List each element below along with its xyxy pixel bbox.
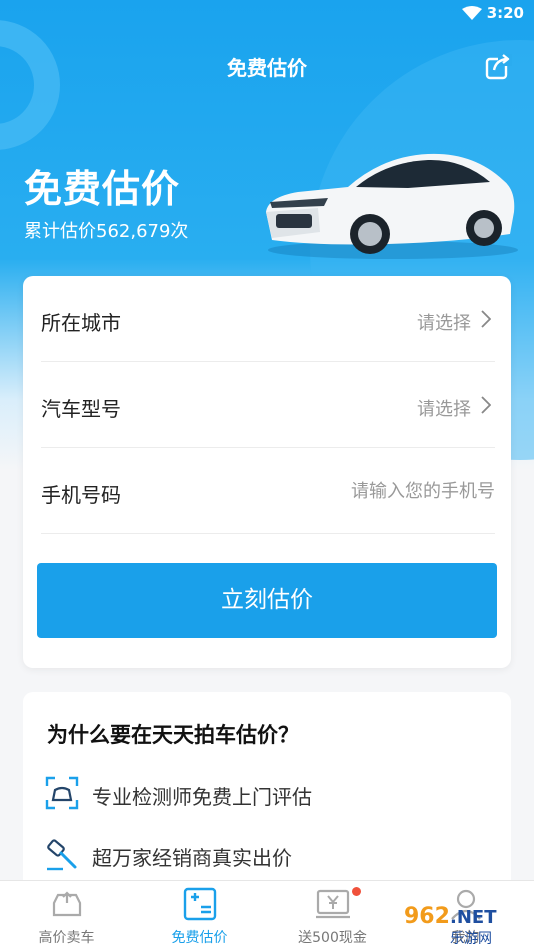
tab-sell-car[interactable]: 高价卖车 bbox=[0, 881, 133, 949]
cash-icon bbox=[316, 889, 350, 919]
tab-label: 送500现金 bbox=[298, 930, 367, 946]
svg-text:962: 962 bbox=[404, 904, 450, 929]
submit-valuation-button[interactable]: 立刻估价 bbox=[37, 563, 497, 638]
hero-title: 免费估价 bbox=[24, 167, 181, 211]
why-section: 为什么要在天天拍车估价？ 专业检测师免费上门评估 超万家经销商真实出价 bbox=[23, 692, 511, 892]
valuation-form: 所在城市 请选择 汽车型号 请选择 手机号码 立刻估价 bbox=[23, 276, 511, 668]
car-model-select[interactable]: 请选择 bbox=[417, 395, 471, 421]
phone-label: 手机号码 bbox=[41, 483, 121, 507]
chevron-right-icon bbox=[481, 310, 491, 328]
tab-free-valuation[interactable]: 免费估价 bbox=[133, 881, 266, 949]
tab-label: 高价卖车 bbox=[38, 930, 95, 946]
city-label: 所在城市 bbox=[41, 311, 121, 335]
car-image bbox=[266, 153, 518, 259]
status-bar: 3:20 bbox=[0, 0, 534, 28]
auction-hammer-icon bbox=[47, 839, 77, 871]
why-item-text: 超万家经销商真实出价 bbox=[92, 846, 292, 870]
notification-dot bbox=[352, 887, 361, 896]
phone-row: 手机号码 bbox=[41, 448, 495, 534]
city-row[interactable]: 所在城市 请选择 bbox=[41, 276, 495, 362]
svg-text:乐游网: 乐游网 bbox=[450, 931, 492, 947]
page-title: 免费估价 bbox=[227, 56, 307, 80]
calculator-icon bbox=[183, 887, 217, 921]
chevron-right-icon bbox=[481, 396, 491, 414]
wifi-icon bbox=[462, 6, 482, 20]
car-sell-icon bbox=[52, 891, 82, 917]
valuation-count: 累计估价562,679次 bbox=[24, 221, 189, 242]
svg-text:.NET: .NET bbox=[450, 907, 497, 928]
decor-circle bbox=[0, 20, 60, 150]
why-item: 专业检测师免费上门评估 bbox=[45, 774, 485, 814]
status-time: 3:20 bbox=[486, 4, 524, 22]
car-model-row[interactable]: 汽车型号 请选择 bbox=[41, 362, 495, 448]
car-model-label: 汽车型号 bbox=[41, 397, 121, 421]
phone-input[interactable] bbox=[235, 476, 495, 506]
watermark-logo: 962 .NET 乐游网 bbox=[400, 901, 497, 947]
share-icon[interactable] bbox=[484, 53, 512, 81]
why-title: 为什么要在天天拍车估价？ bbox=[47, 723, 299, 747]
why-item: 超万家经销商真实出价 bbox=[45, 835, 485, 875]
city-select[interactable]: 请选择 bbox=[417, 309, 471, 335]
inspection-icon bbox=[45, 776, 79, 810]
tab-cash-reward[interactable]: 送500现金 bbox=[266, 881, 399, 949]
why-item-text: 专业检测师免费上门评估 bbox=[92, 785, 312, 809]
tab-label: 免费估价 bbox=[171, 930, 228, 946]
